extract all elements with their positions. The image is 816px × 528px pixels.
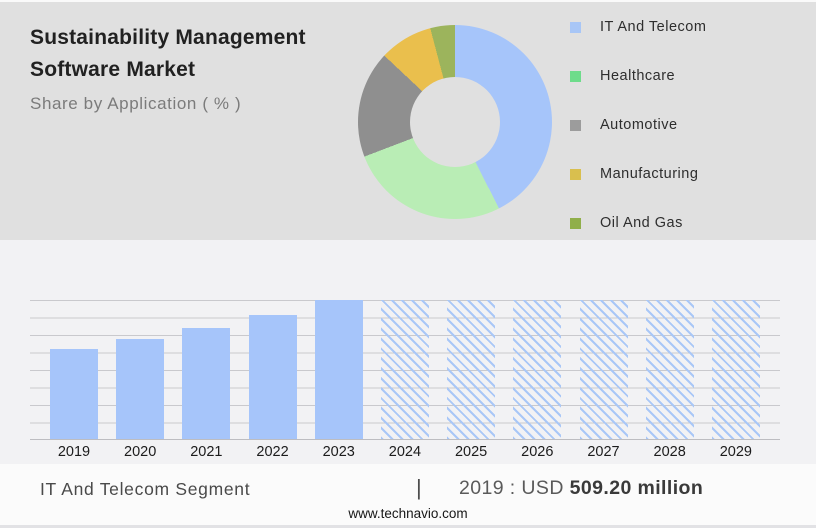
x-axis-label: 2021 xyxy=(190,444,223,460)
x-axis-label: 2029 xyxy=(719,444,752,460)
bar-chart-section: 2019 2020 2021 2022 2023 2024 2025 2026 2027 2028… xyxy=(0,240,816,464)
value-line: 2019 : USD 509.20 million xyxy=(459,477,703,500)
page-title-line2: Software Market xyxy=(30,58,196,81)
legend-swatch xyxy=(570,168,581,180)
bar-2022 xyxy=(248,315,297,439)
legend-swatch xyxy=(570,70,581,82)
title-block: Sustainability Management Software Marke… xyxy=(30,22,306,114)
donut-chart xyxy=(358,25,552,219)
legend-swatch xyxy=(570,119,581,131)
x-axis-label: 2019 xyxy=(57,444,91,460)
x-axis-label: 2025 xyxy=(454,444,488,460)
x-axis-label: 2027 xyxy=(587,444,620,460)
value-prefix: 2019 : USD xyxy=(459,477,564,499)
bar-2019 xyxy=(50,348,98,439)
bar-2025 xyxy=(447,300,496,439)
legend-item: Automotive xyxy=(570,115,706,135)
legend-label: Oil And Gas xyxy=(600,215,683,231)
x-axis-label: 2020 xyxy=(124,444,157,460)
bar-2028 xyxy=(645,300,694,439)
footer: IT And Telecom Segment | 2019 : USD 509.… xyxy=(0,464,816,528)
bar-2021 xyxy=(182,327,231,439)
website-link[interactable]: www.technavio.com xyxy=(0,506,816,521)
legend-item: Manufacturing xyxy=(570,164,706,184)
x-axis-label: 2028 xyxy=(653,444,686,460)
legend-label: Automotive xyxy=(600,117,678,133)
legend-item: IT And Telecom xyxy=(570,17,706,37)
x-axis-label: 2026 xyxy=(521,444,554,460)
bar-2023 xyxy=(314,300,363,439)
legend-item: Oil And Gas xyxy=(570,213,706,233)
legend-label: Manufacturing xyxy=(600,166,699,182)
bar-2026 xyxy=(513,300,562,439)
x-axis-label: 2023 xyxy=(322,444,355,460)
page-title-line1: Sustainability Management xyxy=(30,26,306,49)
bar-2024 xyxy=(380,300,429,439)
value-amount: 509.20 million xyxy=(569,477,704,499)
x-axis-label: 2024 xyxy=(388,444,422,460)
infographic-page: Sustainability Management Software Marke… xyxy=(0,0,816,528)
legend-label: Healthcare xyxy=(600,68,676,84)
bar-2029 xyxy=(711,300,760,439)
donut-hole xyxy=(410,77,500,167)
bar-2020 xyxy=(116,338,165,439)
legend-swatch xyxy=(570,21,581,33)
legend-swatch xyxy=(570,217,581,229)
bars-container xyxy=(30,300,780,439)
bar-plot xyxy=(30,300,780,440)
segment-label: IT And Telecom Segment xyxy=(40,479,251,499)
header-panel: Sustainability Management Software Marke… xyxy=(0,0,816,240)
pie-legend: IT And Telecom Healthcare Automotive Manufa… xyxy=(570,17,706,233)
x-axis-label: 2022 xyxy=(256,444,289,460)
footer-divider: | xyxy=(416,475,422,500)
chart-subtitle: Share by Application ( % ) xyxy=(30,94,242,113)
bar-2027 xyxy=(579,300,628,439)
x-axis-labels: 2019 2020 2021 2022 2023 2024 2025 2026 2027 2028… xyxy=(30,444,780,460)
legend-label: IT And Telecom xyxy=(600,19,707,35)
legend-item: Healthcare xyxy=(570,66,706,86)
